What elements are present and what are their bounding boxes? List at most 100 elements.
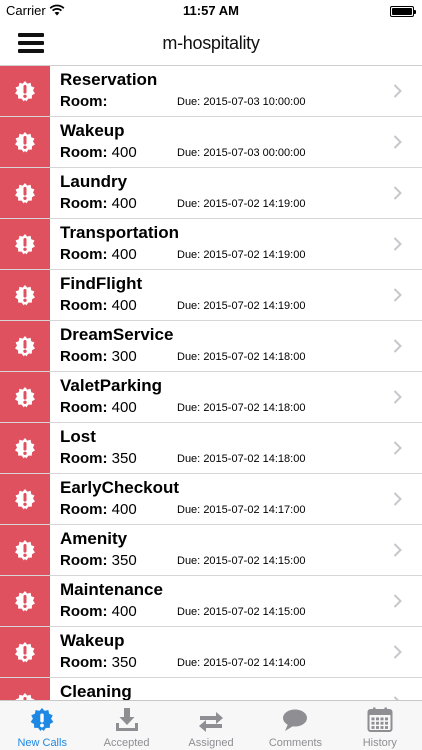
exclamation-badge-icon [15,591,35,612]
room-value: 400 [111,195,137,212]
due-label: Due: [177,453,201,465]
due-time: Due: 2015-07-02 14:19:00 [177,300,305,312]
room-label: Room: [60,603,108,620]
tab-label: Assigned [188,737,234,749]
due-time: Due: 2015-07-03 00:00:00 [177,147,305,159]
room-label: Room: [60,399,108,416]
call-row[interactable]: Reservation Room: Due: 2015-07-03 10:00:0… [0,66,422,117]
call-row[interactable]: Wakeup Room: 350 Due: 2015-07-02 14:14:00 [0,627,422,678]
due-time: Due: 2015-07-02 14:14:00 [177,657,305,669]
due-time: Due: 2015-07-02 14:18:00 [177,402,305,414]
chevron-right-icon [393,237,402,251]
call-row[interactable]: Laundry Room: 400 Due: 2015-07-02 14:19:00 [0,168,422,219]
navigation-bar: m-hospitality [0,22,422,66]
tab-comments[interactable]: Comments [253,701,337,750]
tab-history[interactable]: History [338,701,422,750]
call-row[interactable]: Amenity Room: 350 Due: 2015-07-02 14:15:00 [0,525,422,576]
due-label: Due: [177,351,201,363]
tab-assigned[interactable]: Assigned [169,701,253,750]
room-value: 350 [111,450,137,467]
room-number: Room: [60,93,108,110]
room-number: Room: 400 [60,297,137,314]
alert-badge [0,117,50,167]
room-value: 400 [111,603,137,620]
clock: 11:57 AM [183,3,239,18]
due-time: Due: 2015-07-02 14:19:00 [177,249,305,261]
chevron-right-icon [393,441,402,455]
call-type: Laundry [60,172,128,191]
chevron-right-icon [393,645,402,659]
due-label: Due: [177,657,201,669]
room-number: Room: 400 [60,144,137,161]
alert-badge [0,678,50,700]
call-row[interactable]: ValetParking Room: 400 Due: 2015-07-02 14:… [0,372,422,423]
due-time: Due: 2015-07-02 14:18:00 [177,453,305,465]
room-value: 400 [111,399,137,416]
download-tray-icon [113,706,141,734]
room-number: Room: 400 [60,195,137,212]
call-type: EarlyCheckout [60,478,180,497]
due-time: Due: 2015-07-02 14:17:00 [177,504,305,516]
due-label: Due: [177,300,201,312]
due-value: 2015-07-02 14:19:00 [203,198,306,210]
alert-badge-icon [28,706,56,734]
alert-badge [0,321,50,371]
tab-new-calls[interactable]: New Calls [0,701,84,750]
call-row[interactable]: Transportation Room: 400 Due: 2015-07-02 1… [0,219,422,270]
room-number: Room: 400 [60,501,137,518]
room-label: Room: [60,450,108,467]
due-value: 2015-07-02 14:18:00 [203,351,306,363]
call-type: ValetParking [60,376,163,395]
tab-label: Comments [268,737,323,749]
tab-label: History [362,737,397,749]
tab-label: Accepted [103,737,150,749]
tab-accepted[interactable]: Accepted [84,701,168,750]
call-row[interactable]: Wakeup Room: 400 Due: 2015-07-03 00:00:00 [0,117,422,168]
call-type: Reservation [60,70,158,89]
room-label: Room: [60,195,108,212]
due-label: Due: [177,606,201,618]
room-number: Room: 400 [60,399,137,416]
call-row[interactable]: DreamService Room: 300 Due: 2015-07-02 14:… [0,321,422,372]
call-type: Maintenance [60,580,163,599]
chevron-right-icon [393,339,402,353]
alert-badge [0,627,50,677]
room-value: 350 [111,552,137,569]
due-value: 2015-07-02 14:18:00 [203,402,306,414]
room-value: 300 [111,348,137,365]
due-value: 2015-07-02 14:14:00 [203,657,306,669]
due-value: 2015-07-02 14:15:00 [203,606,306,618]
room-value: 400 [111,297,137,314]
room-label: Room: [60,297,108,314]
due-value: 2015-07-02 14:17:00 [203,504,306,516]
room-label: Room: [60,348,108,365]
due-label: Due: [177,96,201,108]
app-title: m-hospitality [162,33,260,53]
room-value: 350 [111,654,137,671]
exclamation-badge-icon [15,540,35,561]
room-number: Room: 300 [60,348,137,365]
call-row[interactable]: FindFlight Room: 400 Due: 2015-07-02 14:19… [0,270,422,321]
room-number: Room: 400 [60,246,137,263]
call-row[interactable]: Lost Room: 350 Due: 2015-07-02 14:18:00 [0,423,422,474]
chevron-right-icon [393,594,402,608]
room-number: Room: 350 [60,552,137,569]
call-type: Amenity [60,529,128,548]
alert-badge [0,423,50,473]
due-label: Due: [177,198,201,210]
alert-badge [0,525,50,575]
due-label: Due: [177,402,201,414]
call-row[interactable]: Cleaning [0,678,422,700]
exclamation-badge-icon [15,285,35,306]
room-value: 400 [111,501,137,518]
exclamation-badge-icon [15,489,35,510]
alert-badge [0,270,50,320]
due-value: 2015-07-03 10:00:00 [203,96,306,108]
due-time: Due: 2015-07-03 10:00:00 [177,96,305,108]
calendar-icon [366,706,394,734]
call-row[interactable]: EarlyCheckout Room: 400 Due: 2015-07-02 14… [0,474,422,525]
call-row[interactable]: Maintenance Room: 400 Due: 2015-07-02 14:1… [0,576,422,627]
new-calls-list[interactable]: Reservation Room: Due: 2015-07-03 10:00:0… [0,66,422,700]
tab-bar: New Calls Accepted Assigned Comments History [0,700,422,750]
exclamation-badge-icon [15,693,35,700]
